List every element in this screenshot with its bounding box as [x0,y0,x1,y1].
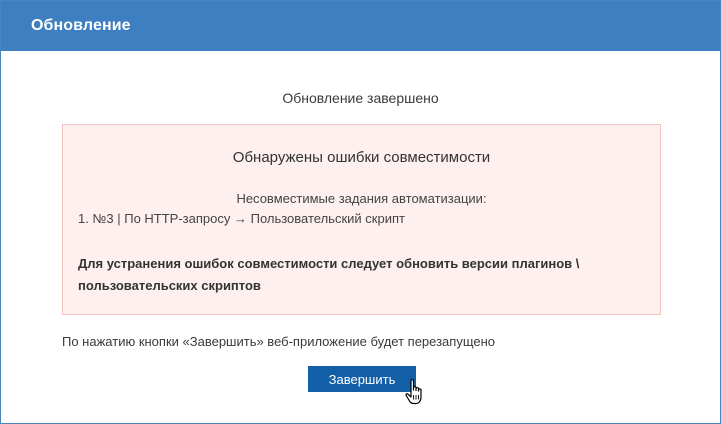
compatibility-error-box: Обнаружены ошибки совместимости Несовмес… [62,124,661,315]
dialog-title: Обновление [31,17,131,34]
dialog-titlebar: Обновление [1,1,720,51]
update-status-text: Обновление завершено [282,90,439,106]
incompatible-tasks-label: Несовместимые задания автоматизации: [236,191,487,206]
hand-pointer-icon [405,379,422,405]
error-advice-text: Для устранения ошибок совместимости след… [78,256,580,293]
update-dialog: Обновление Обновление завершено Обнаруже… [0,0,721,424]
finish-button[interactable]: Завершить [308,366,416,392]
restart-note: По нажатию кнопки «Завершить» веб-прилож… [62,334,496,349]
incompatible-task-item: 1. №3 | По HTTP-запросу → Пользовательск… [78,211,405,226]
error-heading: Обнаружены ошибки совместимости [232,149,491,166]
